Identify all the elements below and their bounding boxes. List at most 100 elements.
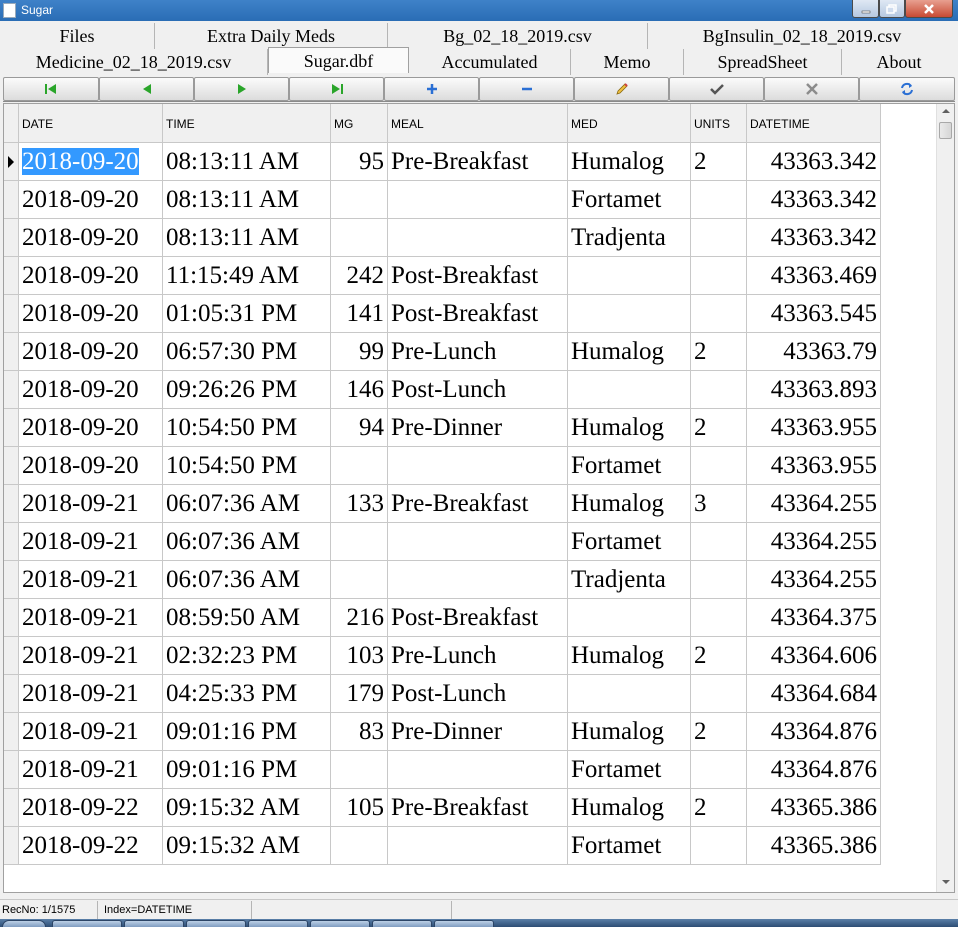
cell-datetime[interactable]: 43363.342 <box>747 143 881 181</box>
cell-meal[interactable] <box>388 827 568 865</box>
table-row[interactable]: 2018-09-21 09:01:16 PM 83 Pre-Dinner Humalog… <box>4 713 881 751</box>
column-header-time[interactable]: TIME <box>163 104 331 143</box>
cell-med[interactable] <box>568 257 691 295</box>
cell-meal[interactable] <box>388 219 568 257</box>
cell-time[interactable]: 09:01:16 PM <box>163 713 331 751</box>
insert-record-button[interactable] <box>384 77 479 101</box>
cell-units[interactable]: 2 <box>691 713 747 751</box>
cell-datetime[interactable]: 43364.876 <box>747 751 881 789</box>
start-orb[interactable] <box>2 920 46 927</box>
cell-units[interactable] <box>691 751 747 789</box>
cell-date[interactable]: 2018-09-20 <box>19 295 163 333</box>
cell-time[interactable]: 02:32:23 PM <box>163 637 331 675</box>
cell-datetime[interactable]: 43364.684 <box>747 675 881 713</box>
cell-meal[interactable]: Post-Breakfast <box>388 295 568 333</box>
cell-units[interactable]: 2 <box>691 333 747 371</box>
taskbar-button[interactable] <box>52 920 122 927</box>
cell-date[interactable]: 2018-09-20 <box>19 143 163 181</box>
cell-datetime[interactable]: 43363.893 <box>747 371 881 409</box>
cancel-edit-button[interactable] <box>764 77 859 101</box>
cell-meal[interactable] <box>388 447 568 485</box>
cell-datetime[interactable]: 43365.386 <box>747 789 881 827</box>
first-record-button[interactable] <box>3 77 99 101</box>
cell-date[interactable]: 2018-09-22 <box>19 827 163 865</box>
tab-about[interactable]: About <box>842 49 956 75</box>
row-indicator[interactable] <box>4 447 19 485</box>
tab-memo[interactable]: Memo <box>571 49 684 75</box>
cell-mg[interactable] <box>331 523 388 561</box>
cell-datetime[interactable]: 43363.79 <box>747 333 881 371</box>
cell-time[interactable]: 10:54:50 PM <box>163 447 331 485</box>
cell-med[interactable]: Fortamet <box>568 751 691 789</box>
cell-mg[interactable] <box>331 181 388 219</box>
cell-meal[interactable]: Pre-Lunch <box>388 637 568 675</box>
cell-date[interactable]: 2018-09-21 <box>19 599 163 637</box>
cell-mg[interactable]: 141 <box>331 295 388 333</box>
cell-med[interactable] <box>568 675 691 713</box>
cell-units[interactable] <box>691 599 747 637</box>
row-indicator[interactable] <box>4 409 19 447</box>
row-indicator[interactable] <box>4 751 19 789</box>
maximize-button[interactable] <box>879 0 905 18</box>
cell-datetime[interactable]: 43364.375 <box>747 599 881 637</box>
table-row[interactable]: 2018-09-21 02:32:23 PM 103 Pre-Lunch Humalog… <box>4 637 881 675</box>
minimize-button[interactable] <box>852 0 879 18</box>
cell-med[interactable]: Humalog <box>568 143 691 181</box>
cell-datetime[interactable]: 43363.469 <box>747 257 881 295</box>
row-indicator[interactable] <box>4 181 19 219</box>
cell-meal[interactable]: Pre-Dinner <box>388 409 568 447</box>
table-row[interactable]: 2018-09-20 08:13:11 AM 95 Pre-Breakfast Huma… <box>4 143 881 181</box>
cell-time[interactable]: 09:26:26 PM <box>163 371 331 409</box>
taskbar-button[interactable] <box>434 920 494 927</box>
cell-time[interactable]: 08:13:11 AM <box>163 143 331 181</box>
table-row[interactable]: 2018-09-20 06:57:30 PM 99 Pre-Lunch Humalog 2… <box>4 333 881 371</box>
table-row[interactable]: 2018-09-21 08:59:50 AM 216 Post-Breakfast 43… <box>4 599 881 637</box>
cell-datetime[interactable]: 43364.255 <box>747 523 881 561</box>
cell-datetime[interactable]: 43363.342 <box>747 219 881 257</box>
cell-mg[interactable]: 94 <box>331 409 388 447</box>
cell-med[interactable]: Fortamet <box>568 523 691 561</box>
cell-med[interactable]: Fortamet <box>568 447 691 485</box>
row-indicator[interactable] <box>4 295 19 333</box>
table-row[interactable]: 2018-09-21 06:07:36 AM Fortamet 43364.255 <box>4 523 881 561</box>
next-record-button[interactable] <box>194 77 289 101</box>
taskbar-button[interactable] <box>372 920 432 927</box>
cell-med[interactable]: Tradjenta <box>568 561 691 599</box>
table-row[interactable]: 2018-09-20 10:54:50 PM 94 Pre-Dinner Humalog… <box>4 409 881 447</box>
tab-files[interactable]: Files <box>0 23 155 49</box>
tab-bg-csv[interactable]: Bg_02_18_2019.csv <box>388 23 648 49</box>
edit-record-button[interactable] <box>574 77 669 101</box>
cell-mg[interactable]: 242 <box>331 257 388 295</box>
cell-meal[interactable]: Post-Lunch <box>388 371 568 409</box>
cell-date[interactable]: 2018-09-21 <box>19 713 163 751</box>
cell-mg[interactable]: 103 <box>331 637 388 675</box>
scroll-down-arrow-icon[interactable] <box>942 880 950 884</box>
cell-datetime[interactable]: 43364.876 <box>747 713 881 751</box>
table-row[interactable]: 2018-09-20 11:15:49 AM 242 Post-Breakfast 43… <box>4 257 881 295</box>
cell-date[interactable]: 2018-09-20 <box>19 371 163 409</box>
cell-mg[interactable]: 146 <box>331 371 388 409</box>
table-row[interactable]: 2018-09-20 08:13:11 AM Tradjenta 43363.342 <box>4 219 881 257</box>
cell-time[interactable]: 10:54:50 PM <box>163 409 331 447</box>
cell-mg[interactable] <box>331 219 388 257</box>
cell-date[interactable]: 2018-09-21 <box>19 751 163 789</box>
cell-date[interactable]: 2018-09-20 <box>19 181 163 219</box>
column-header-meal[interactable]: MEAL <box>388 104 568 143</box>
cell-units[interactable] <box>691 523 747 561</box>
cell-date[interactable]: 2018-09-21 <box>19 561 163 599</box>
taskbar-button[interactable] <box>310 920 370 927</box>
table-row[interactable]: 2018-09-21 09:01:16 PM Fortamet 43364.876 <box>4 751 881 789</box>
cell-meal[interactable] <box>388 181 568 219</box>
cell-date[interactable]: 2018-09-20 <box>19 447 163 485</box>
cell-units[interactable] <box>691 675 747 713</box>
row-indicator[interactable] <box>4 675 19 713</box>
row-indicator[interactable] <box>4 827 19 865</box>
tab-bginsulin-csv[interactable]: BgInsulin_02_18_2019.csv <box>648 23 956 49</box>
cell-date[interactable]: 2018-09-21 <box>19 523 163 561</box>
row-indicator[interactable] <box>4 485 19 523</box>
column-header-date[interactable]: DATE <box>19 104 163 143</box>
cell-units[interactable] <box>691 447 747 485</box>
cell-time[interactable]: 01:05:31 PM <box>163 295 331 333</box>
cell-datetime[interactable]: 43365.386 <box>747 827 881 865</box>
table-row[interactable]: 2018-09-20 08:13:11 AM Fortamet 43363.342 <box>4 181 881 219</box>
